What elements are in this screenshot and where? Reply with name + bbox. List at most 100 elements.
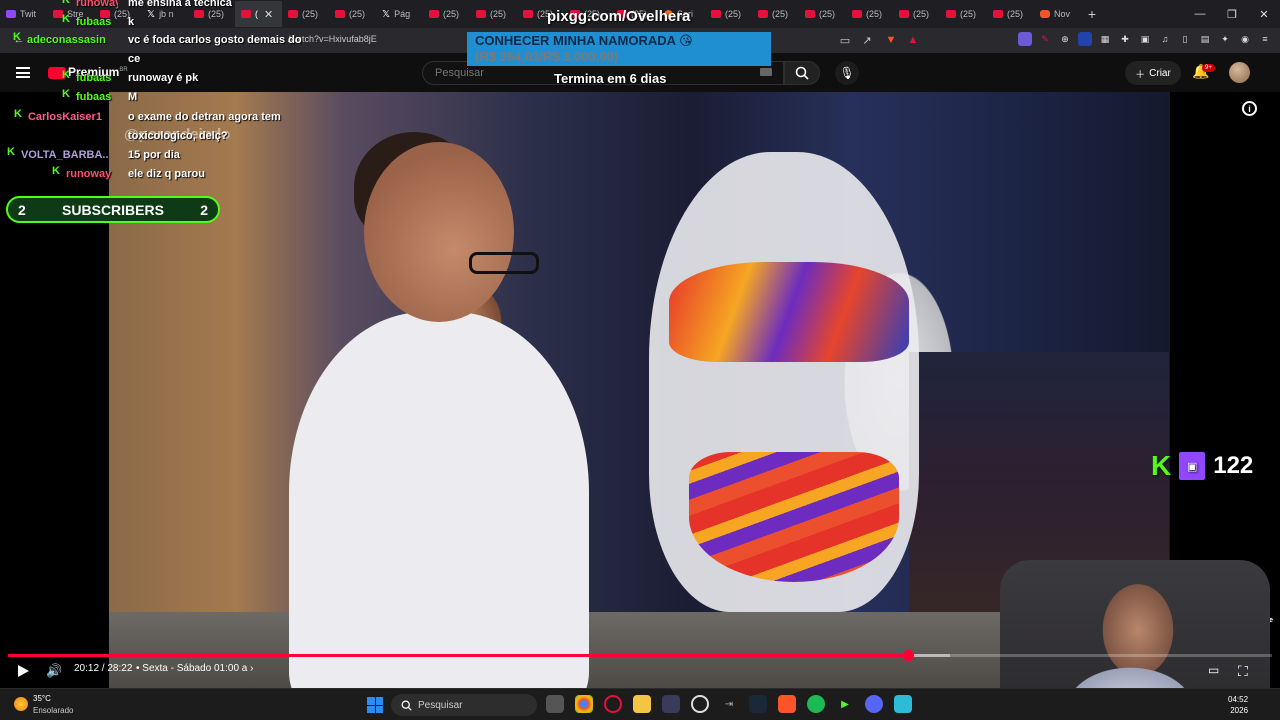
app-icon[interactable] — [662, 695, 680, 713]
close-window-icon[interactable]: ✕ — [1248, 0, 1280, 28]
donation-goal-title: CONHECER MINHA NAMORADA 😘 — [475, 33, 693, 48]
music-icon[interactable]: ♫ — [1158, 32, 1172, 46]
extension-icon[interactable]: ✎ — [1038, 32, 1052, 46]
browser-tab[interactable]: (25) — [893, 1, 940, 27]
file-explorer-icon[interactable] — [633, 695, 651, 713]
progress-bar[interactable] — [8, 650, 1272, 661]
taskbar-search[interactable]: Pesquisar — [391, 694, 537, 716]
kick-badge-icon: K — [7, 146, 15, 158]
progress-scrubber[interactable] — [902, 650, 914, 661]
tab-label: (25) — [490, 9, 507, 19]
voice-search-button[interactable]: 🎙 — [835, 61, 859, 85]
chat-username[interactable]: fubaas — [76, 88, 118, 107]
tab-label: (25) — [302, 9, 319, 19]
chat-username[interactable]: runoway — [76, 0, 118, 13]
puzzle-icon[interactable]: ✚ — [1118, 32, 1132, 46]
browser-tab[interactable]: (25) — [846, 1, 893, 27]
screen-cast-icon[interactable]: ▭ — [838, 33, 852, 47]
extension-icon[interactable]: ⊕ — [1058, 32, 1072, 46]
chapter-label: • Sexta - Sábado 01:00 a — [136, 663, 248, 674]
task-view-icon[interactable] — [546, 695, 564, 713]
chat-username[interactable]: fubaas — [76, 69, 118, 88]
notepad-icon[interactable] — [894, 695, 912, 713]
start-button[interactable] — [367, 697, 383, 713]
browser-tab[interactable]: Twit — [0, 1, 47, 27]
subs-left-count: 2 — [18, 201, 26, 218]
browser-tab[interactable]: (25) — [940, 1, 987, 27]
opera-icon[interactable] — [604, 695, 622, 713]
search-icon — [795, 66, 809, 80]
volume-button[interactable]: 🔊 — [46, 663, 62, 679]
app-icon[interactable] — [691, 695, 709, 713]
close-tab-icon[interactable]: ✕ — [264, 8, 273, 21]
chat-message: Krunoway me ensina a tecnica — [62, 0, 232, 13]
restore-icon[interactable]: ❐ — [1216, 0, 1248, 28]
kick-logo-icon: K — [1151, 450, 1172, 481]
app-icon[interactable]: ⇥ — [720, 695, 738, 713]
create-button[interactable]: ＋ Criar — [1125, 61, 1181, 85]
chat-text: 15 por dia — [127, 149, 180, 161]
miniplayer-icon[interactable]: ▭ — [1208, 663, 1219, 677]
youtube-favicon-icon — [993, 10, 1003, 18]
chapter-title[interactable]: • Sexta - Sábado 01:00 a › — [136, 663, 253, 674]
extension-icon[interactable]: ▣ — [1138, 32, 1152, 46]
taskbar-clock[interactable]: 04:52 2026 — [1228, 694, 1248, 716]
browser-tab[interactable]: Nov — [1034, 1, 1081, 27]
chat-username[interactable]: VOLTA_BARBA.. — [21, 146, 118, 165]
browser-tab[interactable]: 𝕏 Pág — [376, 1, 423, 27]
weather-temperature[interactable]: 35°C — [33, 694, 51, 703]
steam-icon[interactable] — [749, 695, 767, 713]
kick-icon[interactable]: ▶ — [836, 695, 854, 713]
keyboard-icon[interactable] — [760, 68, 772, 76]
chat-username[interactable]: CarlosKaiser1 — [28, 108, 118, 127]
video-woman-body — [289, 312, 589, 690]
twitch-favicon-icon — [6, 10, 16, 18]
youtube-favicon-icon — [241, 10, 251, 18]
chat-message: Kadeconassasin vc é foda carlos gosto dem… — [13, 31, 310, 69]
avatar[interactable] — [1229, 62, 1250, 83]
browser-tab[interactable]: (25) — [423, 1, 470, 27]
info-icon[interactable]: i — [1242, 101, 1257, 116]
subs-label: SUBSCRIBERS — [62, 201, 164, 218]
wallet-icon[interactable]: ▤ — [1198, 32, 1212, 46]
sidebar-icon[interactable]: ▯ — [1178, 32, 1192, 46]
search-button[interactable] — [784, 61, 820, 85]
discord-icon[interactable] — [865, 695, 883, 713]
video-woman-glasses — [469, 252, 539, 274]
taskbar: 35°C Ensolarado Pesquisar ⇥ ▶ 04:52 2026 — [0, 688, 1280, 720]
vpn-icon[interactable]: ◉ — [1238, 32, 1252, 46]
browser-tab[interactable]: (✕ — [235, 1, 282, 27]
spotify-icon[interactable] — [807, 695, 825, 713]
leo-icon[interactable]: ✦ — [1218, 32, 1232, 46]
x-favicon-icon: 𝕏 — [382, 8, 391, 20]
share-icon[interactable]: ↗ — [860, 33, 874, 47]
extension-icon[interactable] — [1018, 32, 1032, 46]
chat-username[interactable]: runoway — [66, 165, 118, 184]
browser-tab[interactable]: (25) — [987, 1, 1034, 27]
new-tab-button[interactable]: + — [1081, 6, 1103, 22]
menu-icon[interactable]: ≡ — [1258, 32, 1272, 46]
browser-tab[interactable]: (25) — [799, 1, 846, 27]
fullscreen-icon[interactable]: ⛶ — [1238, 663, 1248, 680]
play-button[interactable] — [16, 663, 32, 679]
brave-shield-icon[interactable]: ▼ — [884, 33, 898, 47]
window-controls: — ❐ ✕ — [1184, 0, 1280, 28]
chat-message: K CarlosKaiser1 o exame do detran agora te… — [14, 108, 310, 146]
browser-tab[interactable]: (25) — [752, 1, 799, 27]
minimize-icon[interactable]: — — [1184, 0, 1216, 28]
brave-icon[interactable] — [778, 695, 796, 713]
time-display: 20:12 / 28:22 — [74, 663, 133, 674]
browser-tab[interactable]: (25) — [470, 1, 517, 27]
chat-username[interactable]: fubaas — [76, 13, 118, 32]
weather-description[interactable]: Ensolarado — [33, 706, 73, 715]
browser-tab[interactable]: (25) — [705, 1, 752, 27]
browser-tab[interactable]: (25) — [282, 1, 329, 27]
chrome-icon[interactable] — [575, 695, 593, 713]
browser-tab[interactable]: (25) — [329, 1, 376, 27]
extension-icon[interactable] — [1078, 32, 1092, 46]
tab-label: (25) — [1007, 9, 1024, 19]
rewards-icon[interactable]: ▲ — [906, 33, 920, 47]
chat-username[interactable]: adeconassasin — [27, 31, 118, 50]
weather-sun-icon[interactable] — [14, 697, 28, 711]
extension-icon[interactable]: ▦ — [1098, 32, 1112, 46]
